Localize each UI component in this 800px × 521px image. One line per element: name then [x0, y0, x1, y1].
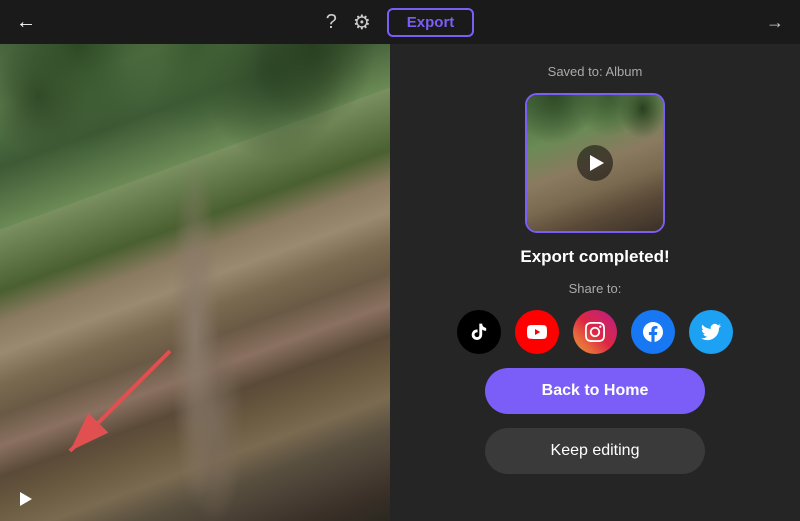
play-triangle-icon [20, 492, 32, 506]
forward-arrow-icon: → [766, 12, 784, 32]
main-content: Saved to: Album Export completed! Share … [0, 44, 800, 521]
saved-label: Saved to: Album [548, 64, 643, 79]
keep-editing-button[interactable]: Keep editing [485, 428, 705, 474]
export-completed-label: Export completed! [520, 247, 669, 267]
video-background [0, 44, 390, 521]
help-icon[interactable]: ? [326, 11, 337, 34]
back-to-home-button[interactable]: Back to Home [485, 368, 705, 414]
header-left: ← [16, 11, 36, 34]
play-icon [590, 155, 604, 171]
header-right: → [766, 12, 784, 33]
thumbnail-play-icon [577, 145, 613, 181]
back-arrow-icon[interactable]: ← [16, 11, 36, 34]
youtube-share-button[interactable] [515, 310, 559, 354]
video-thumbnail[interactable] [525, 93, 665, 233]
social-share-row [457, 310, 733, 354]
twitter-share-button[interactable] [689, 310, 733, 354]
settings-icon[interactable]: ⚙ [353, 10, 371, 35]
play-button[interactable] [14, 487, 38, 511]
export-button[interactable]: Export [387, 8, 475, 37]
video-panel [0, 44, 390, 521]
share-label: Share to: [569, 281, 622, 296]
facebook-share-button[interactable] [631, 310, 675, 354]
tiktok-share-button[interactable] [457, 310, 501, 354]
header: ← ? ⚙ Export → [0, 0, 800, 44]
right-panel: Saved to: Album Export completed! Share … [390, 44, 800, 521]
instagram-share-button[interactable] [573, 310, 617, 354]
header-center: ? ⚙ Export [326, 8, 475, 37]
tree-overlay [0, 44, 390, 306]
